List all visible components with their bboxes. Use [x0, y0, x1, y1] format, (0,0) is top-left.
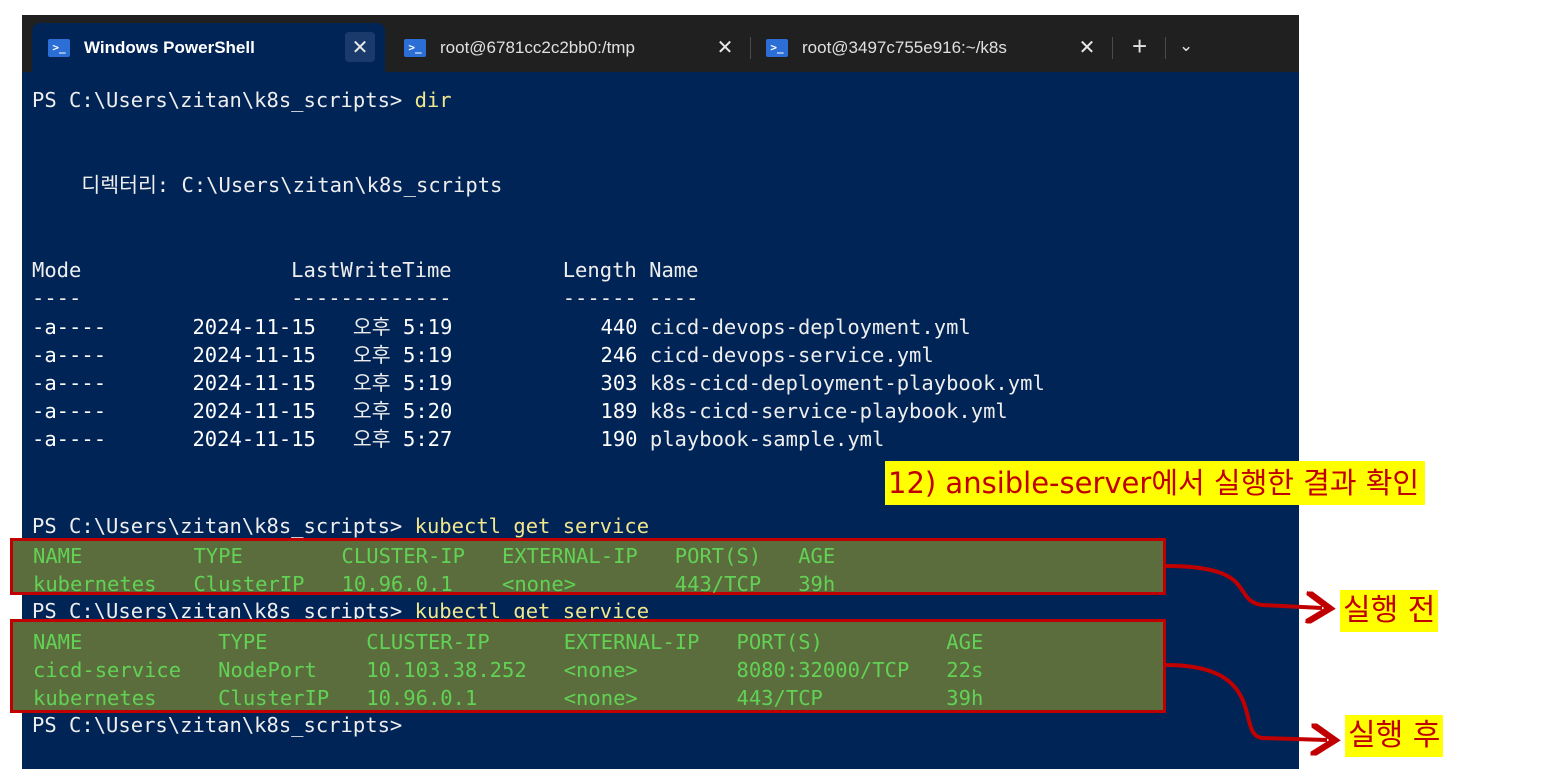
- annotation-arrows: [1165, 564, 1550, 783]
- arrow-after: [1165, 663, 1327, 740]
- arrow-before: [1165, 564, 1322, 608]
